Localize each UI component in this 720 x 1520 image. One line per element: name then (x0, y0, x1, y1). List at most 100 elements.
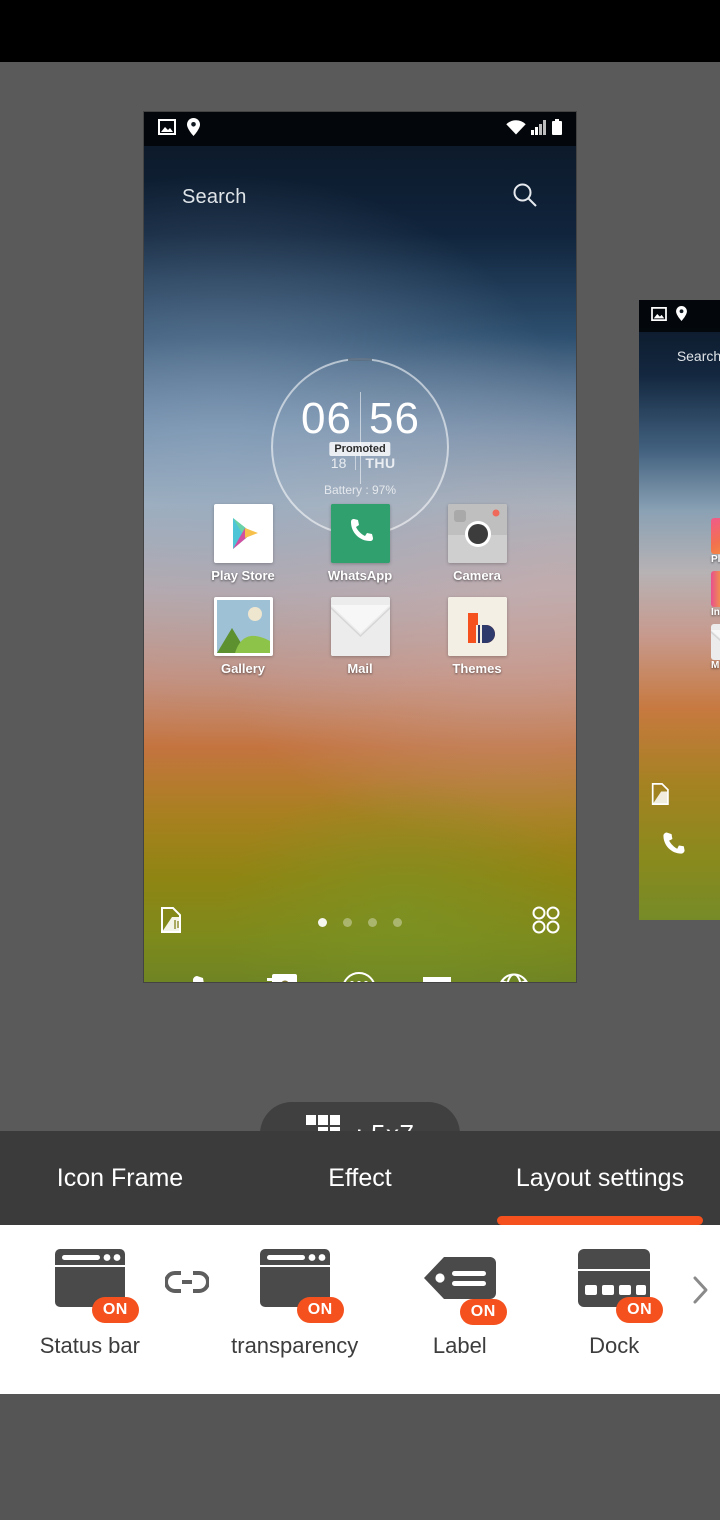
app-label: Camera (453, 568, 501, 583)
tab-effect[interactable]: Effect (240, 1131, 480, 1225)
preview-status-bar (144, 112, 576, 146)
setting-status-bar[interactable]: ON Status bar (18, 1248, 162, 1359)
app-label: Mail (347, 661, 373, 676)
preview-dock (144, 960, 576, 982)
page-dot[interactable] (343, 917, 352, 927)
home-screen-preview[interactable]: Search 06 56 Promoted 18 THU Battery : 9… (144, 112, 576, 982)
app-row: Gallery Mail Themes (200, 597, 520, 676)
setting-label: Status bar (39, 1333, 140, 1358)
setting-label-text: Label (432, 1333, 487, 1358)
preview-bottom-row (144, 902, 576, 942)
wallpaper-secondary (639, 300, 720, 920)
home-screen-preview-secondary[interactable]: Search Pla Ins M (639, 300, 720, 920)
search-placeholder-text: Search (182, 185, 247, 208)
page-dot[interactable] (393, 917, 402, 927)
app-label: Themes (452, 661, 502, 676)
app-item-mail[interactable]: Mail (317, 597, 403, 676)
clock-battery-text: Battery : 97% (323, 483, 397, 497)
clock-date-divider (355, 456, 357, 470)
play-store-icon (213, 504, 273, 563)
camera-icon (447, 504, 507, 563)
preview2-status-bar (639, 300, 720, 332)
app-item-gallery[interactable]: Gallery (200, 597, 286, 676)
app-item-mail[interactable]: M (711, 624, 720, 671)
preview-search-bar[interactable]: Search (144, 168, 576, 226)
app-drawer-icon[interactable] (341, 971, 377, 982)
status-badge[interactable]: ON (459, 1299, 507, 1325)
app-label: Play Store (211, 568, 275, 583)
page-dot[interactable] (368, 917, 377, 927)
tab-label: Layout settings (515, 1163, 685, 1192)
grid-size-text: : 5x7 (356, 1119, 415, 1132)
top-black-bar (0, 0, 720, 62)
setting-label[interactable]: ON Label (377, 1249, 542, 1359)
layout-settings-panel: ON Status bar ON transparency ON Label O… (0, 1225, 720, 1394)
clock-day-of-week: THU (365, 455, 396, 471)
app-item-play-store[interactable]: Play Store (200, 504, 286, 583)
tab-label: Effect (328, 1163, 392, 1192)
clock-divider (360, 392, 361, 484)
clock-day-number: 18 (330, 455, 347, 471)
page-dot[interactable] (318, 917, 327, 927)
setting-label: transparency (231, 1333, 359, 1358)
app-row: Play Store WhatsApp Camera (200, 504, 520, 583)
bottom-gray-area (0, 1394, 720, 1520)
page-indicator[interactable] (318, 917, 402, 927)
app-drawer-grid-icon[interactable] (532, 906, 560, 939)
instagram-icon (711, 571, 720, 607)
setting-label: Dock (589, 1333, 640, 1358)
location-pin-icon (676, 306, 687, 326)
search-icon[interactable] (512, 182, 538, 213)
whatsapp-icon (330, 504, 390, 563)
setting-transparency[interactable]: ON transparency (212, 1248, 377, 1359)
status-badge[interactable]: ON (91, 1297, 139, 1323)
clock-minutes: 56 (369, 394, 420, 443)
tab-bar: Icon Frame Effect Layout settings (0, 1131, 720, 1225)
app-grid: Play Store WhatsApp Camera Gallery Mail … (144, 504, 576, 690)
app-label: Pla (711, 554, 720, 565)
grid-size-pill[interactable]: : 5x7 (260, 1102, 460, 1131)
messages-icon[interactable] (421, 975, 453, 982)
status-badge[interactable]: ON (616, 1297, 664, 1323)
grid-layout-icon (305, 1114, 340, 1131)
mail-icon (330, 597, 390, 656)
app-item-camera[interactable]: Camera (434, 504, 520, 583)
location-pin-icon (187, 117, 200, 141)
preview-stage: Search 06 56 Promoted 18 THU Battery : 9… (0, 62, 720, 1131)
image-icon (651, 306, 667, 326)
browser-globe-icon[interactable] (498, 973, 530, 982)
link-chain-icon (162, 1249, 212, 1295)
app-item-whatsapp[interactable]: WhatsApp (317, 504, 403, 583)
app-label: WhatsApp (327, 568, 393, 583)
chevron-right-icon[interactable] (692, 1249, 710, 1305)
wifi-icon (506, 119, 526, 140)
phone-icon[interactable] (190, 973, 222, 982)
preview2-search-text[interactable]: Search (639, 348, 720, 364)
tab-active-underline (497, 1216, 703, 1225)
preview2-app-column: Pla Ins M (711, 518, 720, 677)
page-flip-icon[interactable] (651, 782, 673, 811)
promoted-badge: Promoted (329, 442, 391, 456)
themes-icon (447, 597, 507, 656)
app-item-themes[interactable]: Themes (434, 597, 520, 676)
app-item-instagram[interactable]: Ins (711, 571, 720, 618)
battery-icon (552, 118, 562, 140)
app-item-play[interactable]: Pla (711, 518, 720, 565)
contacts-icon[interactable] (266, 973, 297, 982)
tab-label: Icon Frame (56, 1163, 184, 1192)
app-label: M (711, 660, 720, 671)
setting-dock[interactable]: ON Dock (542, 1248, 686, 1359)
page-flip-icon[interactable] (160, 906, 186, 939)
image-icon (158, 118, 176, 140)
app-label: Gallery (220, 661, 266, 676)
clock-hours: 06 (301, 394, 352, 443)
label-tag-icon (422, 1255, 498, 1306)
app-label: Ins (711, 607, 720, 618)
phone-icon[interactable] (661, 830, 687, 861)
tab-layout-settings[interactable]: Layout settings (480, 1131, 720, 1225)
signal-icon (531, 119, 547, 140)
gallery-icon (213, 597, 273, 656)
tab-icon-frame[interactable]: Icon Frame (0, 1131, 240, 1225)
play-store-icon (711, 518, 720, 554)
status-badge[interactable]: ON (296, 1297, 344, 1323)
